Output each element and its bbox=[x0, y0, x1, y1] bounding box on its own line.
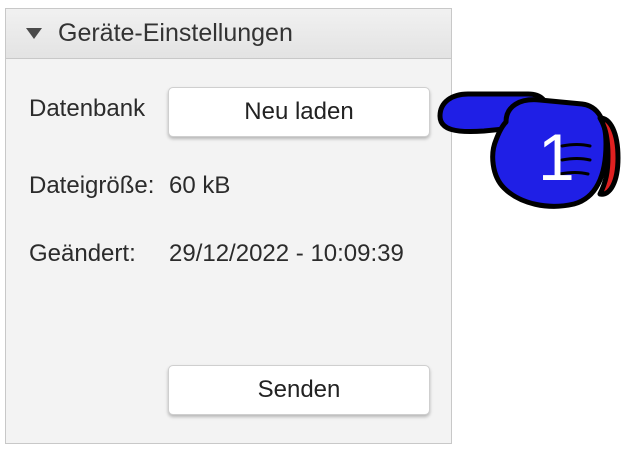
panel-title: Geräte-Einstellungen bbox=[58, 19, 293, 47]
pointing-hand-icon: 1 bbox=[437, 91, 621, 209]
panel-header[interactable]: Geräte-Einstellungen bbox=[6, 9, 451, 59]
send-button[interactable]: Senden bbox=[168, 365, 430, 415]
filesize-value: 60 kB bbox=[169, 172, 231, 199]
database-label: Datenbank bbox=[29, 95, 146, 122]
reload-button[interactable]: Neu laden bbox=[168, 87, 430, 137]
device-settings-panel: Geräte-Einstellungen Datenbank Neu laden… bbox=[5, 8, 452, 444]
triangle-down-icon[interactable] bbox=[26, 28, 42, 39]
pointer-number: 1 bbox=[538, 120, 575, 194]
modified-value: 29/12/2022 - 10:09:39 bbox=[169, 240, 404, 267]
filesize-label: Dateigröße: bbox=[29, 172, 155, 199]
modified-label: Geändert: bbox=[29, 240, 136, 267]
